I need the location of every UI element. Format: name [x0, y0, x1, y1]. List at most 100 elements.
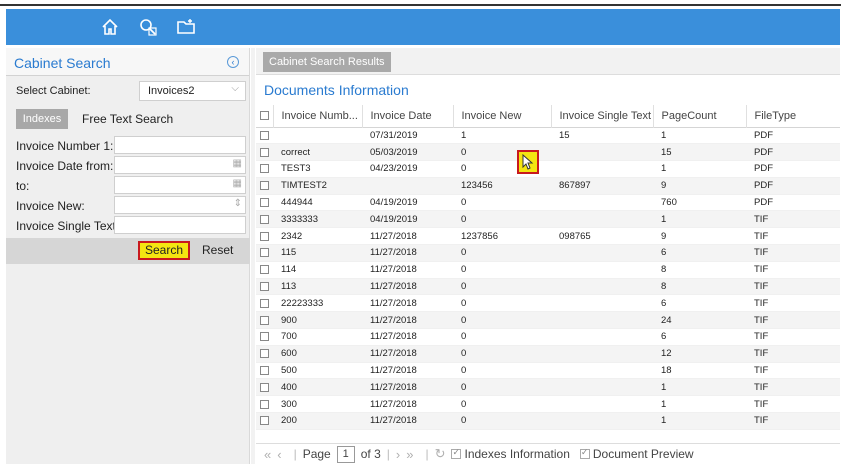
prev-page-icon[interactable]: ‹	[277, 447, 281, 462]
row-checkbox[interactable]	[256, 294, 273, 313]
row-checkbox[interactable]	[256, 412, 273, 430]
column-header[interactable]: Invoice Single Text	[550, 105, 653, 127]
table-row[interactable]: TEST3 04/23/2019 0 1 PDF	[256, 160, 840, 178]
table-row[interactable]: 113 11/27/2018 0 8 TIF	[256, 278, 840, 296]
table-row[interactable]: 115 11/27/2018 0 6 TIF	[256, 244, 840, 262]
results-table: Invoice Numb... Invoice Date Invoice New…	[256, 105, 840, 430]
table-cell: 22223333	[273, 294, 362, 313]
row-checkbox[interactable]	[256, 362, 273, 380]
table-cell: 1	[653, 127, 746, 145]
row-checkbox[interactable]	[256, 278, 273, 296]
collapse-panel-icon[interactable]: ‹	[227, 56, 239, 68]
row-checkbox[interactable]	[256, 227, 273, 246]
search-button[interactable]: Search	[138, 241, 190, 260]
indexes-information-label: Indexes Information	[464, 447, 570, 461]
select-all-checkbox[interactable]	[256, 105, 273, 127]
indexes-information-toggle[interactable]: Indexes Information	[451, 447, 570, 461]
table-row[interactable]: 444944 04/19/2019 0 760 PDF	[256, 194, 840, 212]
table-cell: 1	[453, 127, 551, 145]
calendar-icon[interactable]: ▦	[233, 158, 242, 169]
select-cabinet-dropdown[interactable]: Invoices2 ⌵	[139, 81, 246, 101]
table-row[interactable]: 07/31/2019 1 15 1 PDF	[256, 127, 840, 145]
table-row[interactable]: 2342 11/27/2018 1237856 098765 9 TIF	[256, 227, 840, 246]
search-settings-icon[interactable]	[136, 15, 160, 39]
table-row[interactable]: correct 05/03/2019 0 15 PDF	[256, 143, 840, 162]
table-row[interactable]: 400 11/27/2018 0 1 TIF	[256, 378, 840, 397]
table-cell: TIF	[746, 412, 840, 430]
table-cell: TIF	[746, 227, 840, 246]
row-checkbox[interactable]	[256, 311, 273, 330]
table-cell: 0	[453, 210, 551, 229]
document-preview-toggle[interactable]: Document Preview	[579, 447, 694, 461]
column-header[interactable]: Invoice Numb...	[272, 105, 362, 127]
invoice-new-row: Invoice New: ⇕	[16, 196, 246, 216]
page-number-input[interactable]: 1	[336, 445, 355, 463]
invoice-single-text-label: Invoice Single Text:	[16, 219, 120, 233]
tab-indexes[interactable]: Indexes	[16, 109, 68, 129]
column-header[interactable]: Invoice New	[452, 105, 551, 127]
table-cell: 11/27/2018	[362, 328, 453, 346]
row-checkbox[interactable]	[256, 395, 273, 414]
invoice-date-from-input[interactable]: ▦	[114, 156, 246, 174]
table-cell	[551, 160, 653, 178]
invoice-single-text-input[interactable]	[114, 216, 246, 234]
table-cell: 0	[453, 311, 551, 330]
row-checkbox[interactable]	[256, 210, 273, 229]
table-cell: 0	[453, 244, 551, 262]
refresh-icon[interactable]: ↻	[435, 446, 446, 462]
table-row[interactable]: 700 11/27/2018 0 6 TIF	[256, 328, 840, 346]
table-row[interactable]: 22223333 11/27/2018 0 6 TIF	[256, 294, 840, 313]
row-checkbox[interactable]	[256, 160, 273, 178]
invoice-number-input[interactable]	[114, 136, 246, 154]
row-checkbox[interactable]	[256, 345, 273, 363]
pagination-bar: « ‹ | Page 1 of 3 | › » | ↻ Indexes Info…	[256, 443, 840, 464]
tab-cabinet-search-results[interactable]: Cabinet Search Results	[263, 52, 391, 72]
row-checkbox[interactable]	[256, 261, 273, 279]
table-cell	[551, 378, 653, 397]
calendar-icon[interactable]: ▦	[233, 178, 242, 189]
next-page-icon[interactable]: ›	[396, 447, 400, 462]
panel-splitter[interactable]	[251, 48, 255, 464]
select-cabinet-label: Select Cabinet:	[16, 85, 91, 97]
table-row[interactable]: 200 11/27/2018 0 1 TIF	[256, 412, 840, 430]
row-checkbox[interactable]	[256, 244, 273, 262]
invoice-date-to-input[interactable]: ▦	[114, 176, 246, 194]
row-checkbox[interactable]	[256, 127, 273, 145]
table-cell: 11/27/2018	[362, 378, 453, 397]
table-cell: 123456	[453, 177, 551, 195]
home-icon[interactable]	[98, 15, 122, 39]
first-page-icon[interactable]: «	[264, 447, 271, 462]
row-checkbox[interactable]	[256, 194, 273, 212]
reset-button[interactable]: Reset	[202, 241, 233, 260]
table-cell	[551, 294, 653, 313]
column-header[interactable]: Invoice Date	[361, 105, 453, 127]
table-row[interactable]: 114 11/27/2018 0 8 TIF	[256, 261, 840, 279]
table-row[interactable]: 3333333 04/19/2019 0 1 TIF	[256, 210, 840, 229]
table-row[interactable]: TIMTEST2 123456 867897 9 PDF	[256, 177, 840, 195]
table-cell: 098765	[551, 227, 653, 246]
table-cell: TIF	[746, 244, 840, 262]
invoice-new-stepper[interactable]: ⇕	[114, 196, 246, 214]
invoice-date-from-label: Invoice Date from:	[16, 159, 114, 173]
column-header[interactable]: FileType	[745, 105, 840, 127]
table-cell: TIF	[746, 362, 840, 380]
row-checkbox[interactable]	[256, 378, 273, 397]
tab-free-text-search[interactable]: Free Text Search	[82, 109, 173, 129]
table-row[interactable]: 300 11/27/2018 0 1 TIF	[256, 395, 840, 414]
checkbox-icon	[579, 447, 590, 459]
table-cell: 11/27/2018	[362, 244, 453, 262]
table-cell	[551, 278, 653, 296]
last-page-icon[interactable]: »	[406, 447, 413, 462]
table-row[interactable]: 600 11/27/2018 0 12 TIF	[256, 345, 840, 363]
table-cell: 11/27/2018	[362, 261, 453, 279]
table-cell: 0	[453, 412, 551, 430]
row-checkbox[interactable]	[256, 328, 273, 346]
row-checkbox[interactable]	[256, 177, 273, 195]
page-of-label: of 3	[360, 447, 381, 461]
row-checkbox[interactable]	[256, 143, 273, 162]
table-row[interactable]: 900 11/27/2018 0 24 TIF	[256, 311, 840, 330]
folder-icon[interactable]	[174, 15, 198, 39]
stepper-arrows-icon[interactable]: ⇕	[234, 198, 242, 209]
table-row[interactable]: 500 11/27/2018 0 18 TIF	[256, 362, 840, 380]
column-header[interactable]: PageCount	[652, 105, 746, 127]
